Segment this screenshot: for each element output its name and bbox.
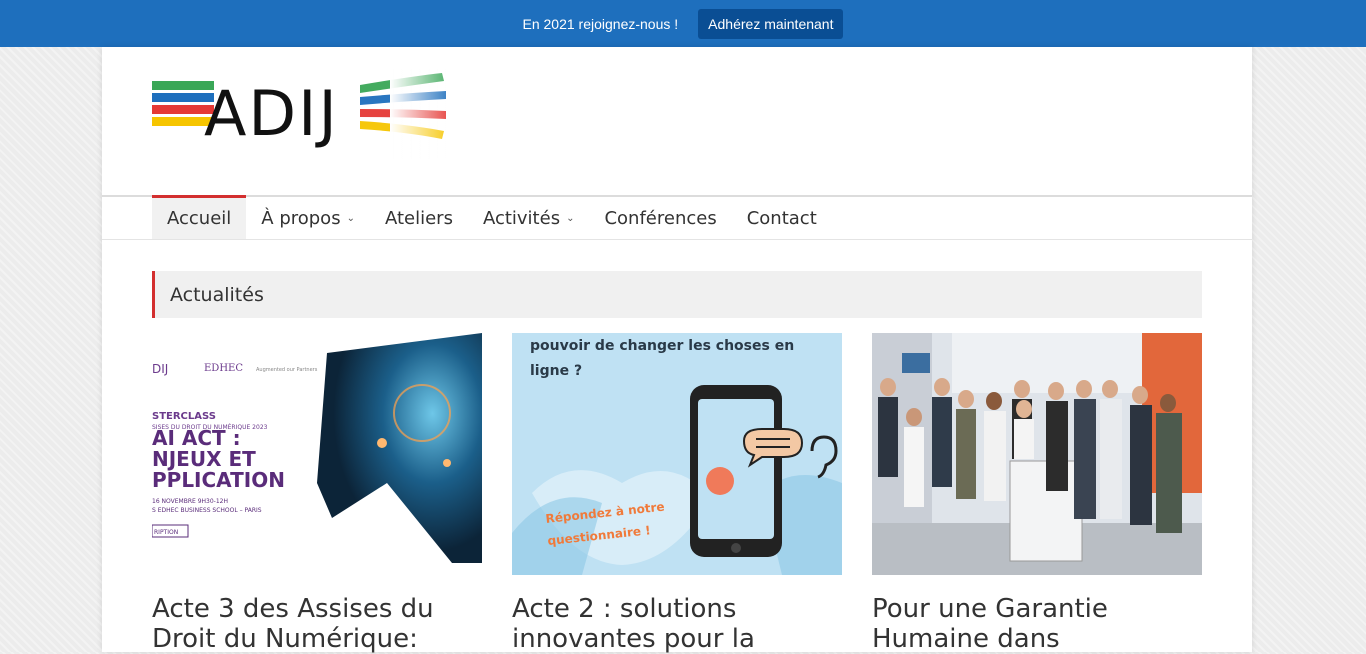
section-title: Actualités bbox=[170, 283, 264, 306]
news-card: pouvoir de changer les choses en ligne ?… bbox=[512, 333, 842, 654]
card-title[interactable]: Acte 2 : solutions innovantes pour la bbox=[512, 594, 842, 654]
nav-item-accueil[interactable]: Accueil bbox=[152, 195, 247, 239]
card-title[interactable]: Pour une Garantie Humaine dans bbox=[872, 594, 1202, 654]
nav-item-contact[interactable]: Contact bbox=[732, 197, 832, 239]
card-image-text: 16 NOVEMBRE 9H30-12H bbox=[152, 498, 228, 505]
nav-item-ateliers[interactable]: Ateliers bbox=[370, 197, 468, 239]
card-image-text: RIPTION bbox=[154, 529, 178, 536]
nav-label: Accueil bbox=[167, 208, 232, 229]
card-image-text: Augmented our Partners bbox=[256, 367, 318, 373]
news-card: DIJ EDHEC Augmented our Partners STERCLA… bbox=[152, 333, 482, 654]
card-image[interactable]: pouvoir de changer les choses en ligne ?… bbox=[512, 333, 842, 575]
card-image-text: ligne ? bbox=[530, 363, 582, 379]
card-title[interactable]: Acte 3 des Assises du Droit du Numérique… bbox=[152, 594, 482, 654]
logo-text: ADIJ bbox=[204, 77, 339, 150]
nav-item-activites[interactable]: Activités ⌄ bbox=[468, 197, 590, 239]
card-image[interactable]: DIJ EDHEC Augmented our Partners STERCLA… bbox=[152, 333, 482, 575]
chevron-down-icon: ⌄ bbox=[566, 212, 575, 224]
nav-item-a-propos[interactable]: À propos ⌄ bbox=[246, 197, 370, 239]
nav-label: Activités bbox=[482, 207, 561, 229]
card-image-text: pouvoir de changer les choses en bbox=[530, 338, 794, 354]
nav-label: Ateliers bbox=[384, 207, 453, 229]
nav-label: Conférences bbox=[604, 207, 717, 229]
page-container: ADIJ Accueil À propos ⌄ Ateliers Activit… bbox=[102, 47, 1252, 654]
main-nav: Accueil À propos ⌄ Ateliers Activités ⌄ … bbox=[102, 195, 1252, 240]
nav-label: Contact bbox=[746, 207, 817, 229]
announcement-text: En 2021 rejoignez-nous ! bbox=[522, 15, 679, 32]
card-image-text: STERCLASS bbox=[152, 411, 216, 422]
card-image-text: S EDHEC BUSINESS SCHOOL – PARIS bbox=[152, 507, 262, 514]
nav-item-conferences[interactable]: Conférences bbox=[589, 197, 731, 239]
announcement-bar: En 2021 rejoignez-nous ! Adhérez mainten… bbox=[0, 0, 1366, 47]
card-image-text: EDHEC bbox=[204, 363, 243, 374]
card-image-text: DIJ bbox=[152, 362, 168, 376]
section-heading: Actualités bbox=[152, 271, 1202, 318]
card-image[interactable] bbox=[872, 333, 1202, 575]
nav-label: À propos bbox=[261, 207, 341, 229]
card-image-text: PPLICATION bbox=[152, 468, 285, 492]
chevron-down-icon: ⌄ bbox=[346, 212, 355, 224]
adij-logo[interactable]: ADIJ bbox=[152, 69, 452, 159]
news-card: Pour une Garantie Humaine dans bbox=[872, 333, 1202, 654]
join-button[interactable]: Adhérez maintenant bbox=[698, 8, 844, 39]
